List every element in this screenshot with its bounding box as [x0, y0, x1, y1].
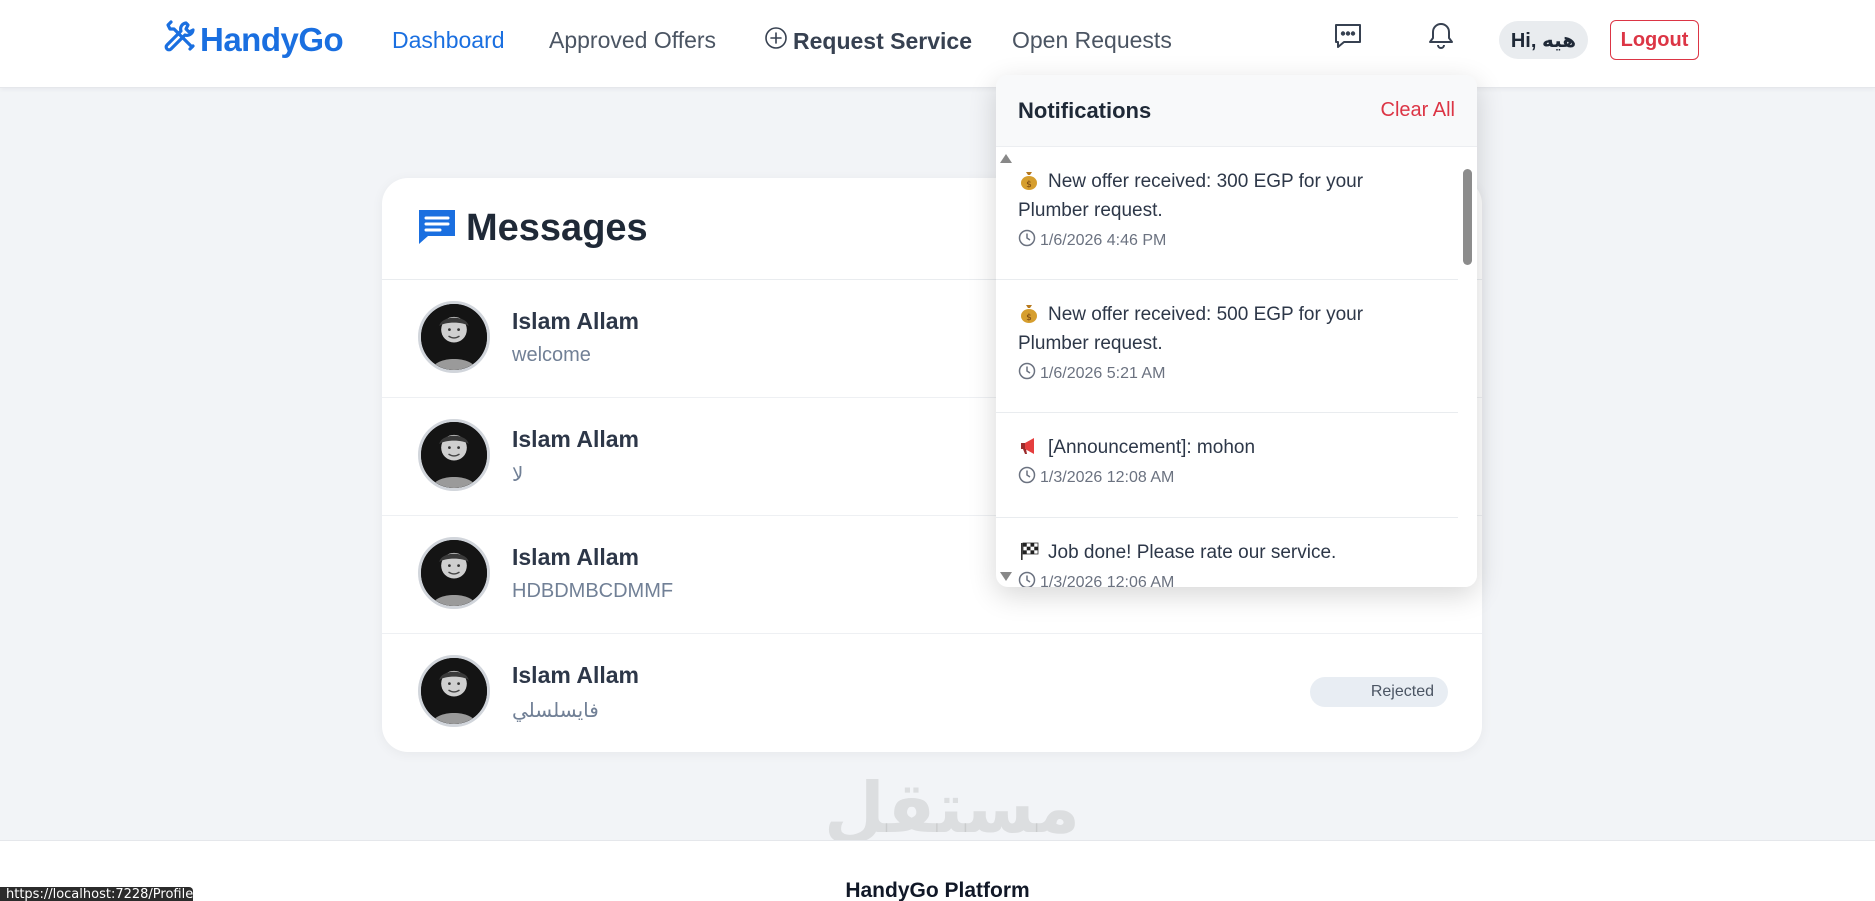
notifications-button[interactable]: [1423, 20, 1459, 56]
megaphone-icon: [1018, 436, 1040, 456]
notification-text: New offer received: 300 EGP for your Plu…: [1018, 171, 1364, 221]
footer-title: HandyGo Platform: [845, 879, 1030, 901]
contact-name: Islam Allam: [512, 308, 639, 334]
message-preview: لا: [512, 464, 524, 486]
notification-time: 1/3/2026 12:08 AM: [1018, 466, 1436, 489]
notification-time: 1/6/2026 5:21 AM: [1018, 362, 1436, 385]
notification-item[interactable]: [Announcement]: mohon 1/3/2026 12:08 AM: [996, 413, 1458, 518]
logout-button[interactable]: Logout: [1610, 20, 1699, 60]
status-bar-url: https://localhost:7228/Profile: [0, 887, 193, 901]
notifications-title: Notifications: [1018, 97, 1152, 123]
money-bag-icon: $: [1018, 170, 1040, 190]
nav-dashboard[interactable]: Dashboard: [392, 26, 505, 54]
notification-timestamp: 1/3/2026 12:06 AM: [1040, 573, 1175, 588]
notification-item[interactable]: $ New offer received: 300 EGP for your P…: [996, 147, 1458, 280]
scrollbar-thumb[interactable]: [1463, 169, 1472, 265]
avatar: [418, 419, 490, 491]
plus-circle-icon: [764, 26, 793, 56]
footer: HandyGo Platform: [0, 840, 1875, 901]
avatar: [418, 537, 490, 609]
messages-button[interactable]: [1330, 20, 1366, 56]
clock-icon: [1018, 362, 1040, 385]
bell-icon: [1425, 20, 1457, 57]
messages-title: Messages: [466, 207, 648, 249]
notification-time: 1/6/2026 4:46 PM: [1018, 229, 1436, 252]
clock-icon: [1018, 571, 1040, 587]
clear-all-button[interactable]: Clear All: [1381, 99, 1455, 122]
notifications-dropdown: Notifications Clear All $ New offer rece…: [996, 75, 1477, 587]
message-preview: welcome: [512, 344, 591, 366]
nav-open-requests[interactable]: Open Requests: [1012, 26, 1172, 54]
status-badge: Rejected: [1310, 677, 1448, 707]
message-icon: [416, 205, 466, 252]
brand-logo[interactable]: HandyGo: [162, 18, 344, 62]
checkered-flag-icon: [1018, 541, 1040, 561]
chat-icon: [1332, 20, 1364, 57]
notification-timestamp: 1/6/2026 5:21 AM: [1040, 364, 1166, 382]
user-greeting[interactable]: Hi, هيه: [1499, 21, 1588, 59]
notifications-header: Notifications Clear All: [996, 75, 1477, 147]
svg-text:$: $: [1026, 180, 1032, 190]
notification-text: New offer received: 500 EGP for your Plu…: [1018, 304, 1364, 354]
clock-icon: [1018, 229, 1040, 252]
contact-name: Islam Allam: [512, 544, 639, 570]
message-preview: فايسلسلي: [512, 700, 599, 722]
notification-text: [Announcement]: mohon: [1048, 437, 1256, 458]
contact-name: Islam Allam: [512, 426, 639, 452]
notification-timestamp: 1/6/2026 4:46 PM: [1040, 231, 1167, 249]
notification-time: 1/3/2026 12:06 AM: [1018, 571, 1436, 587]
nav-request-service[interactable]: Request Service: [764, 26, 972, 56]
message-preview: HDBDMBCDMMF: [512, 580, 674, 602]
clock-icon: [1018, 466, 1040, 489]
contact-name: Islam Allam: [512, 662, 639, 688]
brand-name: HandyGo: [200, 21, 344, 58]
tools-icon: [162, 18, 200, 62]
scroll-down-arrow-icon[interactable]: [1000, 572, 1012, 581]
nav-request-service-label: Request Service: [793, 28, 972, 54]
notification-timestamp: 1/3/2026 12:08 AM: [1040, 468, 1175, 486]
notification-text: Job done! Please rate our service.: [1048, 542, 1337, 563]
scroll-up-arrow-icon[interactable]: [1000, 154, 1012, 163]
nav-approved-offers[interactable]: Approved Offers: [549, 26, 716, 54]
notifications-list: $ New offer received: 300 EGP for your P…: [996, 147, 1458, 587]
money-bag-icon: $: [1018, 303, 1040, 323]
avatar: [418, 301, 490, 373]
svg-text:$: $: [1026, 313, 1032, 323]
message-row[interactable]: Islam Allam فايسلسلي Rejected: [382, 634, 1482, 752]
navbar: HandyGo Dashboard Approved Offers Reques…: [0, 0, 1875, 88]
notification-item[interactable]: Job done! Please rate our service. 1/3/2…: [996, 518, 1458, 587]
watermark-arabic: مستقل: [824, 767, 1081, 849]
avatar: [418, 655, 490, 727]
notification-item[interactable]: $ New offer received: 500 EGP for your P…: [996, 280, 1458, 413]
